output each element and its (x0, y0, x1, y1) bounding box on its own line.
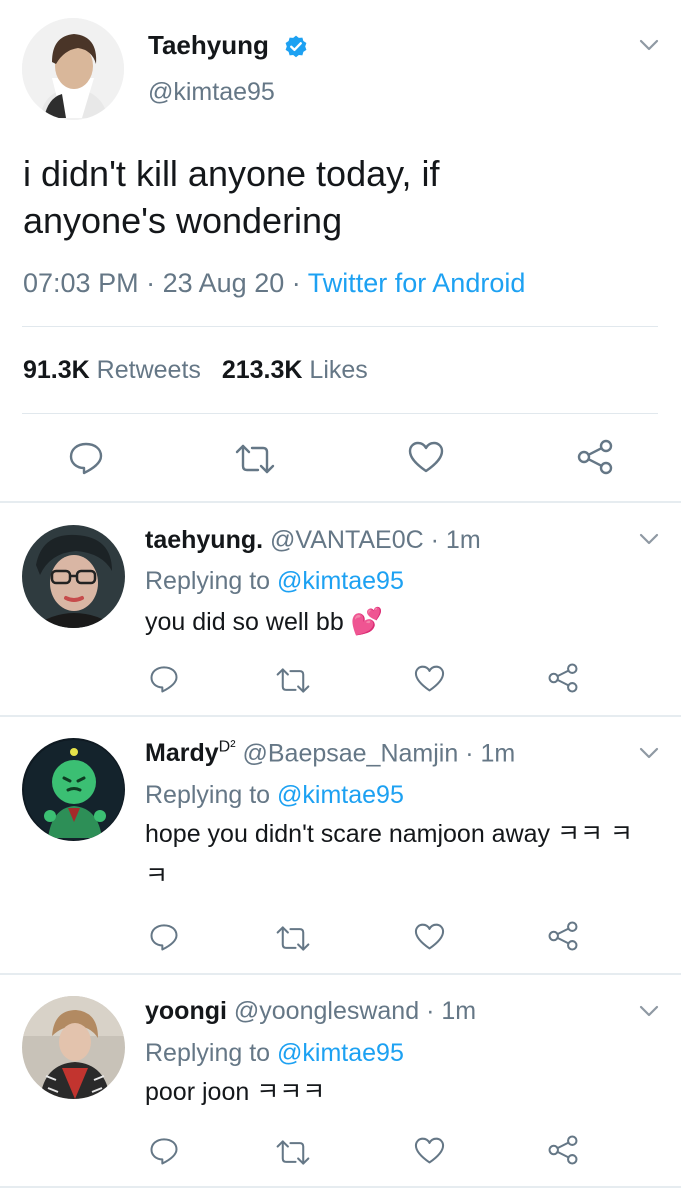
retweet-button[interactable] (275, 1138, 311, 1167)
reply-header: taehyung. @VANTAE0C · 1m (145, 526, 481, 555)
replying-to-link[interactable]: @kimtae95 (277, 567, 404, 595)
like-icon (414, 923, 445, 950)
reply-author-handle[interactable]: @VANTAE0C (270, 526, 424, 554)
reply-button[interactable] (68, 440, 104, 476)
share-button[interactable] (547, 920, 579, 952)
reply-divider (0, 1186, 681, 1188)
divider (22, 413, 658, 414)
share-icon (548, 921, 578, 951)
likes-stat[interactable]: 213.3K Likes (222, 356, 368, 384)
reply-time[interactable]: 1m (446, 526, 481, 554)
tweet-source-link[interactable]: Twitter for Android (308, 268, 526, 298)
like-icon (414, 1137, 445, 1164)
reply-button[interactable] (149, 1136, 179, 1166)
reply-header: MardyD² @Baepsae_Namjin · 1m (145, 739, 515, 768)
retweet-icon (235, 444, 275, 474)
main-author-avatar[interactable] (22, 18, 124, 120)
like-icon (414, 665, 445, 692)
replying-to-prefix: Replying to (145, 781, 271, 809)
chevron-down-icon[interactable] (638, 1004, 660, 1023)
replying-to-link[interactable]: @kimtae95 (277, 781, 404, 809)
reply-author-name[interactable]: yoongi (145, 997, 227, 1025)
section-divider (0, 501, 681, 503)
meta-separator: · (146, 268, 156, 298)
share-icon (548, 663, 578, 693)
reply-text: hope you didn't scare namjoon away ㅋㅋ ㅋㅋ (145, 820, 633, 890)
reply-time[interactable]: 1m (441, 997, 476, 1025)
chevron-down-icon[interactable] (638, 532, 660, 551)
likes-label: Likes (309, 356, 368, 384)
divider (22, 326, 658, 327)
share-button[interactable] (576, 438, 614, 476)
tweet-date: 23 Aug 20 (162, 268, 285, 298)
reply-author-handle[interactable]: @Baepsae_Namjin (242, 739, 458, 767)
reply-avatar[interactable] (22, 738, 125, 841)
like-button[interactable] (408, 441, 444, 474)
main-tweet-text: i didn't kill anyone today, if anyone's … (23, 153, 440, 241)
retweet-icon (276, 1140, 310, 1165)
replying-to-line: Replying to @kimtae95 (145, 781, 404, 810)
reply-text-body: you did so well bb (145, 608, 344, 636)
share-button[interactable] (547, 662, 579, 694)
retweet-button[interactable] (234, 442, 276, 476)
retweet-button[interactable] (275, 924, 311, 953)
like-button[interactable] (414, 665, 445, 693)
replying-to-line: Replying to @kimtae95 (145, 1039, 404, 1068)
reply-avatar[interactable] (22, 996, 125, 1099)
meta-separator: · (465, 739, 474, 768)
chevron-down-icon[interactable] (638, 746, 660, 765)
main-author-name[interactable]: Taehyung (148, 30, 269, 61)
two-hearts-emoji: 💕 (350, 606, 384, 636)
reply-divider (0, 973, 681, 975)
reply-avatar[interactable] (22, 525, 125, 628)
engagement-stats: 91.3K Retweets 213.3K Likes (23, 356, 368, 385)
reply-author-name-superscript: D² (218, 739, 236, 756)
like-icon (408, 441, 444, 473)
replying-to-link[interactable]: @kimtae95 (277, 1039, 404, 1067)
retweet-icon (276, 926, 310, 951)
likes-count: 213.3K (221, 356, 303, 384)
reply-author-name[interactable]: MardyD² (145, 739, 236, 767)
retweets-label: Retweets (96, 356, 201, 384)
retweet-icon (276, 668, 310, 693)
verified-badge-icon (283, 34, 309, 60)
reply-button[interactable] (149, 664, 179, 694)
retweet-button[interactable] (275, 666, 311, 695)
main-tweet-meta: 07:03 PM · 23 Aug 20 · Twitter for Andro… (23, 268, 525, 299)
meta-separator: · (291, 268, 301, 298)
retweets-stat[interactable]: 91.3K Retweets (23, 356, 208, 384)
reply-icon (150, 1138, 178, 1165)
reply-text: you did so well bb 💕 (145, 600, 635, 643)
like-button[interactable] (414, 923, 445, 951)
reply-time[interactable]: 1m (481, 739, 516, 767)
reply-icon (69, 442, 103, 475)
meta-separator: · (426, 997, 435, 1025)
reply-author-name-text: Mardy (145, 739, 219, 768)
share-icon (548, 1135, 578, 1165)
reply-icon (150, 666, 178, 693)
reply-text: poor joon ㅋㅋㅋ (145, 1078, 326, 1106)
reply-divider (0, 715, 681, 717)
reply-icon (150, 924, 178, 951)
chevron-down-icon[interactable] (638, 38, 660, 57)
main-author-handle[interactable]: @kimtae95 (148, 78, 275, 107)
retweets-count: 91.3K (23, 356, 90, 384)
reply-header: yoongi @yoongleswand · 1m (145, 997, 476, 1026)
reply-button[interactable] (149, 922, 179, 952)
reply-author-handle[interactable]: @yoongleswand (234, 997, 419, 1025)
replying-to-prefix: Replying to (145, 1039, 271, 1067)
reply-author-name[interactable]: taehyung. (145, 526, 263, 554)
tweet-time: 07:03 PM (23, 268, 139, 298)
replying-to-line: Replying to @kimtae95 (145, 567, 404, 596)
replying-to-prefix: Replying to (145, 567, 271, 595)
meta-separator: · (430, 526, 439, 554)
share-button[interactable] (547, 1134, 579, 1166)
share-icon (577, 439, 613, 475)
like-button[interactable] (414, 1137, 445, 1165)
